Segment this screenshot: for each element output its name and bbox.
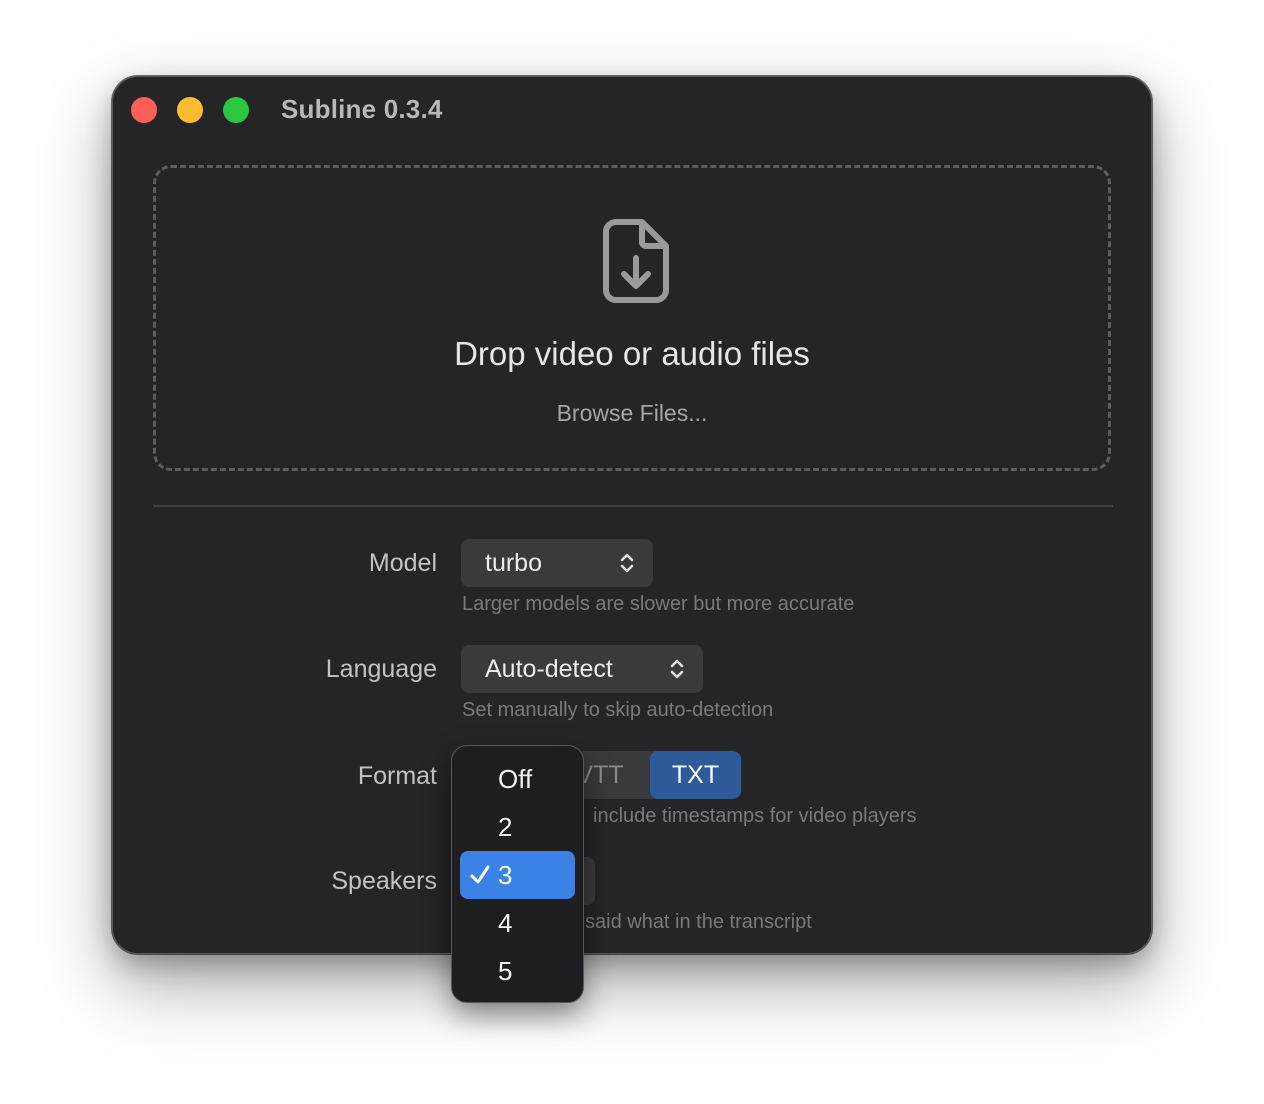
menu-item-off[interactable]: Off <box>460 755 575 803</box>
menu-item-label: 2 <box>498 812 513 842</box>
model-hint: Larger models are slower but more accura… <box>462 593 855 615</box>
model-popup[interactable]: turbo <box>461 539 653 587</box>
file-download-icon <box>603 219 669 303</box>
drop-title: Drop video or audio files <box>454 335 810 372</box>
zoom-window-button[interactable] <box>223 97 249 123</box>
format-hint: include timestamps for video players <box>593 805 917 827</box>
menu-item-label: 5 <box>498 956 513 986</box>
menu-item-label: 3 <box>498 860 513 890</box>
menu-item-3[interactable]: 3 <box>460 851 575 899</box>
minimize-window-button[interactable] <box>177 97 203 123</box>
window-title: Subline 0.3.4 <box>281 94 443 124</box>
format-label: Format <box>357 762 437 790</box>
menu-item-4[interactable]: 4 <box>460 899 575 947</box>
model-label: Model <box>368 549 437 577</box>
browse-files-button[interactable]: Browse Files... <box>156 398 1108 428</box>
language-hint: Set manually to skip auto-detection <box>462 699 774 721</box>
section-divider <box>153 505 1113 507</box>
speakers-label: Speakers <box>331 867 437 895</box>
menu-item-5[interactable]: 5 <box>460 947 575 995</box>
app-window: Subline 0.3.4 Drop video or audio files … <box>112 76 1152 954</box>
language-value: Auto-detect <box>485 655 613 683</box>
chevron-up-down-icon <box>670 659 684 679</box>
speakers-hint: said what in the transcript <box>585 911 812 933</box>
close-window-button[interactable] <box>131 97 157 123</box>
format-option-txt[interactable]: TXT <box>650 751 741 799</box>
menu-item-2[interactable]: 2 <box>460 803 575 851</box>
model-value: turbo <box>485 549 542 577</box>
language-label: Language <box>325 655 437 683</box>
chevron-up-down-icon <box>620 553 634 573</box>
speakers-dropdown-menu: Off 2 3 4 5 <box>451 745 584 1003</box>
file-drop-zone[interactable]: Drop video or audio files Browse Files..… <box>153 165 1111 471</box>
menu-item-label: Off <box>498 764 533 794</box>
language-popup[interactable]: Auto-detect <box>461 645 703 693</box>
menu-item-label: 4 <box>498 908 513 938</box>
checkmark-icon <box>470 865 490 884</box>
